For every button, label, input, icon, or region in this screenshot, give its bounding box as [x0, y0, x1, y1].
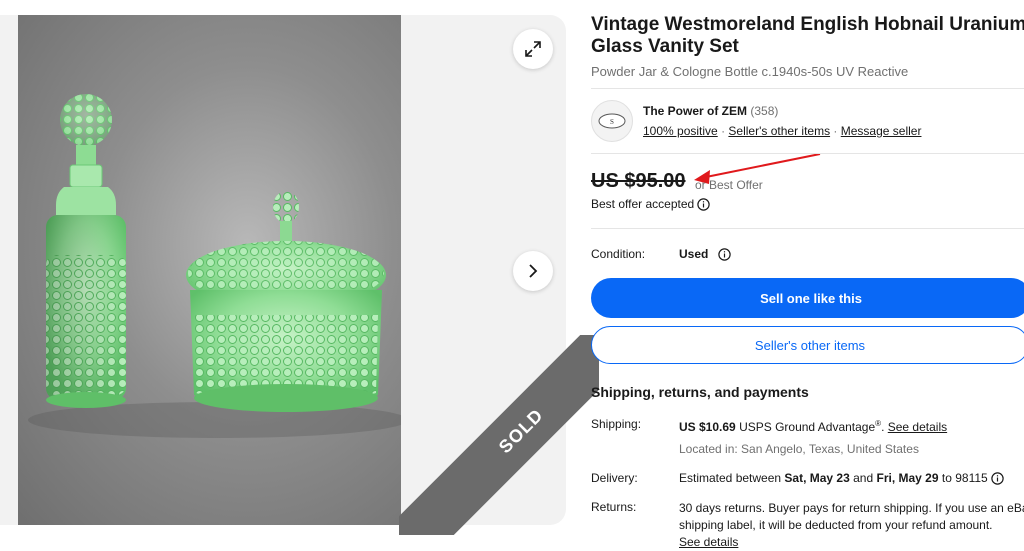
shipping-value: US $10.69 USPS Ground Advantage®. See de… [679, 419, 947, 434]
best-offer-suffix: or Best Offer [695, 178, 763, 192]
divider [591, 153, 1024, 154]
seller-feedback-count: (358) [750, 104, 779, 118]
shipping-label: Shipping: [591, 417, 642, 431]
powder-jar [186, 191, 386, 412]
sellers-other-items-button[interactable]: Seller's other items [591, 326, 1024, 364]
positive-feedback-link[interactable]: 100% positive [643, 124, 718, 138]
cologne-bottle [46, 94, 126, 408]
message-seller-link[interactable]: Message seller [841, 124, 922, 138]
divider [591, 228, 1024, 229]
info-icon[interactable] [991, 472, 1004, 486]
seller-logo-icon: S [598, 113, 626, 129]
price: US $95.00 [591, 170, 686, 192]
seller-avatar[interactable]: S [591, 100, 633, 142]
expand-image-button[interactable] [513, 29, 553, 69]
shipping-see-details-link[interactable]: See details [888, 420, 947, 434]
svg-text:S: S [610, 118, 614, 126]
best-offer-accepted: Best offer accepted [591, 197, 710, 211]
located-in: Located in: San Angelo, Texas, United St… [679, 442, 919, 456]
seller-links: 100% positive · Seller's other items · M… [643, 124, 921, 138]
info-icon[interactable] [697, 197, 710, 211]
best-offer-note: Best offer accepted [591, 197, 695, 211]
shipping-service: USPS Ground Advantage [739, 420, 876, 434]
expand-icon [525, 41, 541, 57]
sell-one-like-this-button[interactable]: Sell one like this [591, 278, 1024, 318]
image-gallery [0, 15, 566, 525]
condition-value: Used [679, 247, 709, 261]
seller-name-line: The Power of ZEM (358) [643, 104, 778, 118]
shipping-cost: US $10.69 [679, 420, 736, 434]
delivery-start: Sat, May 23 [784, 471, 850, 485]
sellers-other-items-link[interactable]: Seller's other items [728, 124, 830, 138]
returns-value: 30 days returns. Buyer pays for return s… [679, 500, 1024, 551]
delivery-value: Estimated between Sat, May 23 and Fri, M… [679, 471, 1004, 486]
product-photo[interactable] [18, 15, 401, 525]
condition-value-line: Used [679, 247, 731, 262]
delivery-label: Delivery: [591, 471, 638, 485]
glass-vanity-set-image [28, 94, 401, 438]
delivery-prefix: Estimated between [679, 471, 782, 485]
condition-label: Condition: [591, 247, 646, 261]
returns-text: 30 days returns. Buyer pays for return s… [679, 501, 1024, 532]
info-icon[interactable] [717, 248, 731, 262]
chevron-right-icon [529, 264, 538, 278]
separator: · [833, 124, 838, 138]
returns-see-details-link[interactable]: See details [679, 535, 738, 549]
listing-title: Vintage Westmoreland English Hobnail Ura… [591, 14, 1024, 57]
shipping-section-heading: Shipping, returns, and payments [591, 384, 809, 400]
delivery-and: and [853, 471, 874, 485]
delivery-to: to 98115 [941, 471, 988, 485]
delivery-end: Fri, May 29 [876, 471, 939, 485]
seller-name[interactable]: The Power of ZEM [643, 104, 747, 118]
divider [591, 88, 1024, 89]
returns-label: Returns: [591, 500, 637, 514]
separator: · [721, 124, 726, 138]
listing-subtitle: Powder Jar & Cologne Bottle c.1940s-50s … [591, 64, 909, 79]
next-image-button[interactable] [513, 251, 553, 291]
separator: . [881, 420, 885, 434]
